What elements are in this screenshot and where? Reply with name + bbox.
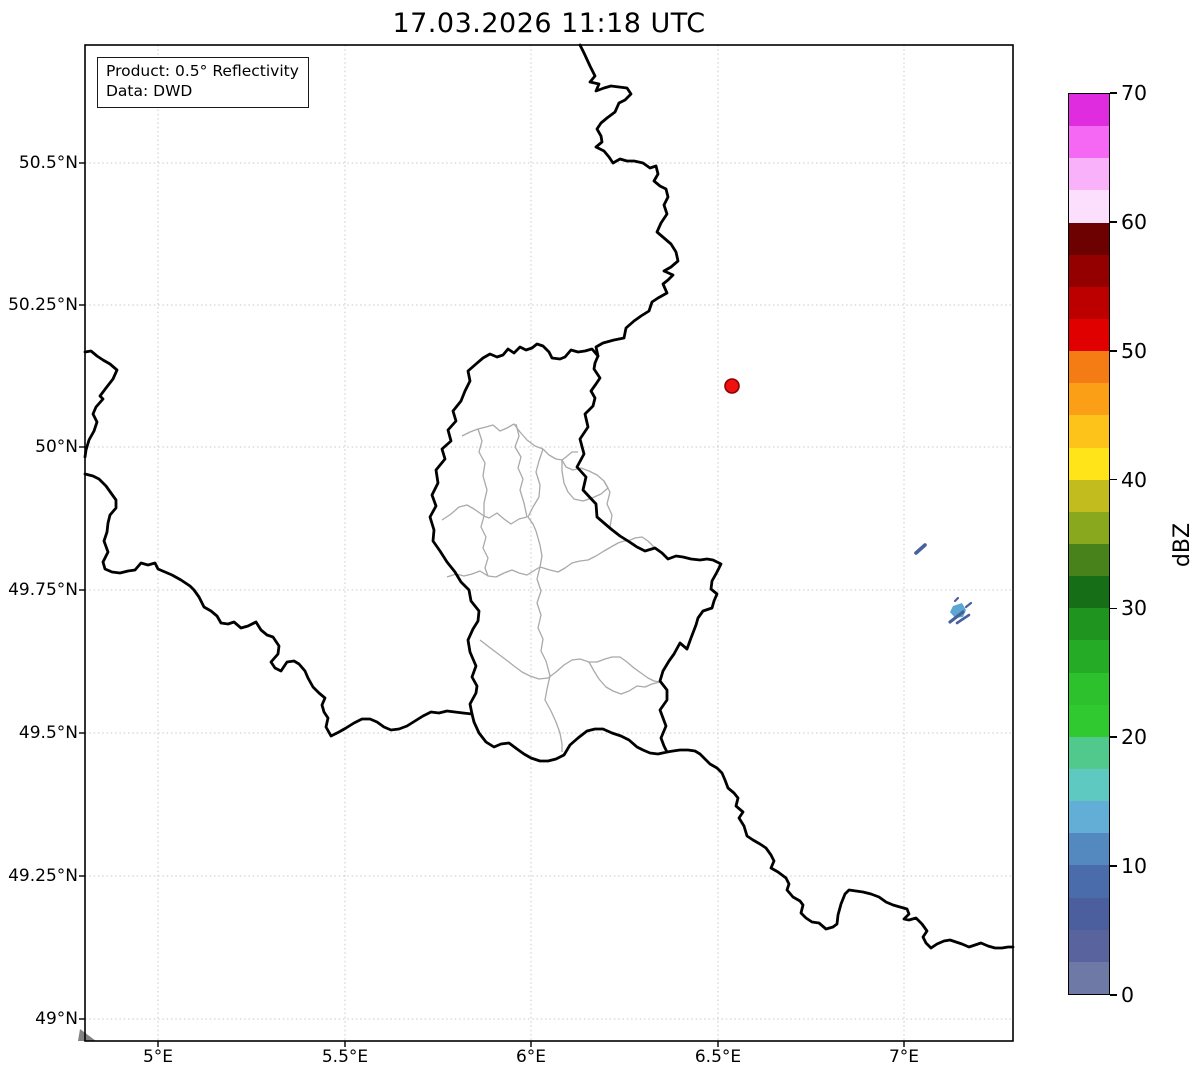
- x-tick-label: 5°E: [142, 1047, 174, 1067]
- colorbar-segment: [1069, 833, 1109, 866]
- colorbar-segment: [1069, 94, 1109, 127]
- colorbar-segment: [1069, 383, 1109, 416]
- colorbar-segment: [1069, 254, 1109, 287]
- colorbar-tick-label: 70: [1121, 81, 1148, 105]
- colorbar-segment: [1069, 768, 1109, 802]
- border-fragment-corner: [78, 1029, 96, 1041]
- colorbar-tick-mark: [1110, 349, 1117, 352]
- colorbar-segment: [1069, 897, 1109, 930]
- colorbar-segment: [1069, 286, 1109, 319]
- colorbar-tick-label: 20: [1121, 725, 1148, 750]
- data-source-line: Data: DWD: [106, 82, 193, 101]
- district-borders: [441, 423, 661, 752]
- colorbar-segment: [1069, 158, 1109, 191]
- colorbar-segment: [1069, 576, 1109, 609]
- colorbar-segment: [1069, 608, 1109, 641]
- colorbar-segment: [1069, 351, 1109, 384]
- x-tick-label: 6.5°E: [694, 1047, 742, 1067]
- colorbar-tick-label: 0: [1121, 983, 1135, 1007]
- colorbar-tick-label: 10: [1121, 854, 1148, 879]
- y-tick-label: 50.5°N: [18, 153, 78, 173]
- colorbar-segment: [1069, 190, 1109, 223]
- colorbar-tick-mark: [1110, 994, 1117, 996]
- border-france-germany: [665, 748, 1015, 950]
- colorbar-tick-label: 30: [1121, 596, 1148, 621]
- precipitation-echoes: [914, 543, 973, 625]
- product-info-box: Product: 0.5° Reflectivity Data: DWD: [97, 57, 309, 108]
- echo-speck: [953, 596, 960, 603]
- border-hook-northwest: [83, 349, 119, 459]
- colorbar-segment: [1069, 929, 1109, 962]
- colorbar-tick-label: 60: [1121, 209, 1148, 234]
- colorbar-segment: [1069, 222, 1109, 255]
- colorbar-tick-label: 40: [1121, 467, 1148, 492]
- x-tick-label: 5.5°E: [321, 1047, 369, 1067]
- y-tick-label: 49.75°N: [8, 580, 78, 600]
- border-luxembourg: [428, 342, 723, 763]
- colorbar-tick-mark: [1110, 736, 1117, 739]
- colorbar-tick-mark: [1110, 478, 1117, 481]
- product-info-line: Product: 0.5° Reflectivity: [106, 62, 299, 80]
- radar-site-marker: [724, 378, 740, 394]
- plot-frame: [84, 44, 1014, 1042]
- colorbar-segment: [1069, 961, 1109, 994]
- colorbar-segment: [1069, 479, 1109, 512]
- colorbar-segment: [1069, 318, 1109, 352]
- colorbar-segment: [1069, 511, 1109, 544]
- colorbar-segment: [1069, 672, 1109, 705]
- colorbar-unit-label: dBZ: [1169, 522, 1195, 568]
- radar-map-window: { "title": "17.03.2026 11:18 UTC", "info…: [0, 0, 1202, 1081]
- colorbar-tick-mark: [1110, 865, 1117, 867]
- echo-streak-north: [914, 543, 927, 555]
- colorbar-segment: [1069, 415, 1109, 448]
- x-tick-label: 6°E: [515, 1047, 547, 1067]
- colorbar-segment: [1069, 801, 1109, 834]
- colorbar-segment: [1069, 126, 1109, 159]
- country-borders: [83, 43, 1015, 950]
- border-belgium-germany: [578, 43, 680, 358]
- map-canvas: [78, 43, 1015, 1047]
- colorbar-tick-label: 50: [1121, 338, 1148, 363]
- colorbar-segment: [1069, 865, 1109, 898]
- y-tick-label: 49.25°N: [8, 866, 78, 886]
- y-tick-label: 49°N: [35, 1009, 78, 1029]
- colorbar-tick-mark: [1110, 92, 1117, 94]
- border-france-belgium: [83, 472, 474, 738]
- y-tick-label: 50°N: [35, 437, 78, 457]
- colorbar-tick-mark: [1110, 607, 1117, 610]
- plot-title: 17.03.2026 11:18 UTC: [392, 8, 706, 39]
- echo-streak-south-3: [964, 601, 973, 609]
- colorbar-segment: [1069, 640, 1109, 673]
- colorbar-tick-mark: [1110, 221, 1117, 223]
- graticule-gridlines: [85, 45, 1013, 1041]
- colorbar-segment: [1069, 704, 1109, 737]
- colorbar-segment: [1069, 736, 1109, 769]
- colorbar-segment: [1069, 543, 1109, 577]
- y-tick-label: 50.25°N: [8, 295, 78, 315]
- y-tick-label: 49.5°N: [18, 723, 78, 743]
- colorbar-segment: [1069, 447, 1109, 480]
- x-tick-label: 7°E: [888, 1047, 920, 1067]
- colorbar: [1068, 93, 1110, 995]
